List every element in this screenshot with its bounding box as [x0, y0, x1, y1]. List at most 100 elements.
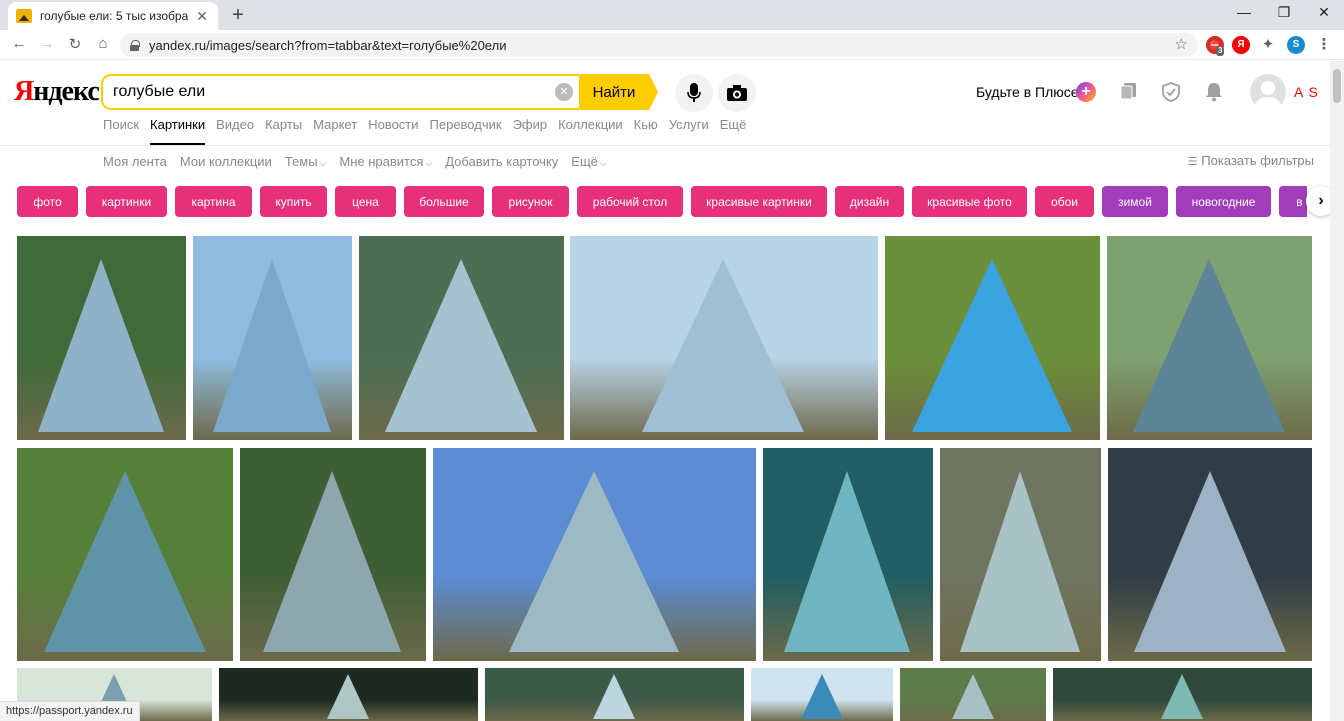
url-text[interactable]: yandex.ru/images/search?from=tabbar&text… — [149, 38, 506, 53]
chevron-down-icon: ⌵ — [319, 158, 327, 168]
image-thumbnail[interactable] — [193, 236, 352, 440]
service-translate[interactable]: Переводчик — [430, 117, 502, 145]
tag-chip[interactable]: обои — [1035, 186, 1094, 217]
plus-promo-link[interactable]: Будьте в Плюсе — [976, 84, 1079, 100]
tag-chip[interactable]: цена — [335, 186, 396, 217]
image-thumbnail[interactable] — [17, 236, 186, 440]
forward-arrow-icon[interactable]: → — [37, 35, 57, 52]
header-divider — [0, 145, 1344, 146]
spruce-tree-shape — [384, 258, 537, 432]
tag-chip[interactable]: рисунок — [492, 186, 569, 217]
image-thumbnail[interactable] — [240, 448, 426, 661]
image-thumbnail[interactable] — [17, 448, 233, 661]
shield-icon[interactable] — [1160, 82, 1182, 104]
image-thumbnail[interactable] — [900, 668, 1046, 721]
service-uslugi[interactable]: Услуги — [669, 117, 709, 145]
spruce-tree-shape — [327, 673, 370, 719]
minimize-button[interactable]: — — [1224, 4, 1264, 20]
service-news[interactable]: Новости — [368, 117, 418, 145]
reload-icon[interactable]: ↻ — [65, 35, 85, 53]
image-thumbnail[interactable] — [359, 236, 564, 440]
scrollbar-thumb[interactable] — [1333, 69, 1341, 103]
show-filters-button[interactable]: ☰ Показать фильтры — [1188, 153, 1314, 168]
image-thumbnail[interactable] — [1053, 668, 1312, 721]
extension-adblock-icon[interactable]: ⛔ 3 — [1206, 36, 1225, 56]
image-thumbnail[interactable] — [1107, 236, 1312, 440]
image-thumbnail[interactable] — [485, 668, 744, 721]
tag-chip[interactable]: большие — [404, 186, 484, 217]
browser-tab[interactable]: голубые ели: 5 тыс изображений ✕ — [8, 2, 218, 30]
extensions-puzzle-icon[interactable]: ✦ — [1259, 36, 1277, 54]
more-dropdown[interactable]: Ещё ⌵ — [571, 154, 606, 169]
image-search-button[interactable] — [718, 74, 756, 112]
user-name[interactable]: A S — [1294, 84, 1319, 100]
service-maps[interactable]: Карты — [265, 117, 302, 145]
likes-dropdown[interactable]: Мне нравится ⌵ — [339, 154, 432, 169]
search-form: ✕ Найти — [101, 74, 658, 110]
voice-search-button[interactable] — [675, 74, 713, 112]
plus-icon[interactable]: + — [1076, 82, 1096, 102]
extension-badge: 3 — [1216, 46, 1225, 56]
clear-search-icon[interactable]: ✕ — [555, 83, 573, 101]
tag-chip[interactable]: в саду — [1279, 186, 1307, 217]
image-thumbnail[interactable] — [763, 448, 933, 661]
images-subnav: Моя лента Мои коллекции Темы ⌵ Мне нравит… — [103, 154, 620, 169]
collections-icon[interactable] — [1118, 82, 1140, 104]
spruce-tree-shape — [1132, 258, 1285, 432]
my-collections-link[interactable]: Мои коллекции — [180, 154, 272, 169]
service-market[interactable]: Маркет — [313, 117, 357, 145]
chevron-down-icon: ⌵ — [599, 158, 607, 168]
yandex-logo[interactable]: Яндекс — [14, 76, 100, 108]
page-scrollbar[interactable] — [1330, 61, 1344, 721]
spruce-tree-shape — [38, 258, 165, 432]
browser-tabbar: голубые ели: 5 тыс изображений ✕ + — ❐ ✕ — [0, 0, 1344, 30]
profile-avatar[interactable]: S — [1287, 36, 1305, 54]
tag-chip[interactable]: рабочий стол — [577, 186, 683, 217]
tag-chip[interactable]: картинки — [86, 186, 167, 217]
search-input[interactable] — [113, 83, 543, 101]
tag-chip[interactable]: новогодние — [1176, 186, 1271, 217]
spruce-tree-shape — [212, 258, 331, 432]
back-arrow-icon[interactable]: ← — [9, 35, 29, 52]
tag-chip[interactable]: зимой — [1102, 186, 1168, 217]
camera-icon — [727, 85, 747, 101]
service-efir[interactable]: Эфир — [513, 117, 548, 145]
tag-chip[interactable]: картина — [175, 186, 252, 217]
service-collections[interactable]: Коллекции — [558, 117, 623, 145]
bookmark-star-icon[interactable]: ☆ — [1175, 35, 1188, 53]
tag-chip[interactable]: купить — [260, 186, 327, 217]
close-window-button[interactable]: ✕ — [1304, 4, 1344, 21]
new-tab-button[interactable]: + — [228, 4, 248, 27]
user-avatar[interactable] — [1250, 74, 1286, 110]
maximize-button[interactable]: ❐ — [1264, 4, 1304, 21]
browser-toolbar: ← → ↻ ⌂ yandex.ru/images/search?from=tab… — [0, 30, 1344, 60]
service-video[interactable]: Видео — [216, 117, 254, 145]
tag-chip[interactable]: красивые картинки — [691, 186, 827, 217]
tag-chip[interactable]: фото — [17, 186, 78, 217]
search-button[interactable]: Найти — [579, 74, 658, 110]
browser-menu-icon[interactable]: ⋮ — [1315, 36, 1333, 54]
extension-yandex-icon[interactable]: Я — [1232, 36, 1250, 54]
add-card-link[interactable]: Добавить карточку — [445, 154, 558, 169]
image-thumbnail[interactable] — [885, 236, 1100, 440]
my-feed-link[interactable]: Моя лента — [103, 154, 167, 169]
service-search[interactable]: Поиск — [103, 117, 139, 145]
address-bar[interactable]: yandex.ru/images/search?from=tabbar&text… — [120, 33, 1198, 57]
image-thumbnail[interactable] — [433, 448, 756, 661]
image-thumbnail[interactable] — [1108, 448, 1312, 661]
image-thumbnail[interactable] — [751, 668, 893, 721]
close-tab-icon[interactable]: ✕ — [194, 8, 210, 25]
service-images[interactable]: Картинки — [150, 117, 206, 145]
spruce-tree-shape — [951, 673, 994, 719]
spruce-tree-shape — [642, 258, 805, 432]
themes-dropdown[interactable]: Темы ⌵ — [285, 154, 327, 169]
image-thumbnail[interactable] — [940, 448, 1101, 661]
notifications-bell-icon[interactable] — [1203, 82, 1225, 104]
image-thumbnail[interactable] — [219, 668, 478, 721]
tag-chip[interactable]: красивые фото — [912, 186, 1027, 217]
tag-chip[interactable]: дизайн — [835, 186, 904, 217]
image-thumbnail[interactable] — [570, 236, 878, 440]
service-q[interactable]: Кью — [634, 117, 658, 145]
service-more[interactable]: Ещё — [720, 117, 747, 145]
home-icon[interactable]: ⌂ — [93, 35, 113, 52]
